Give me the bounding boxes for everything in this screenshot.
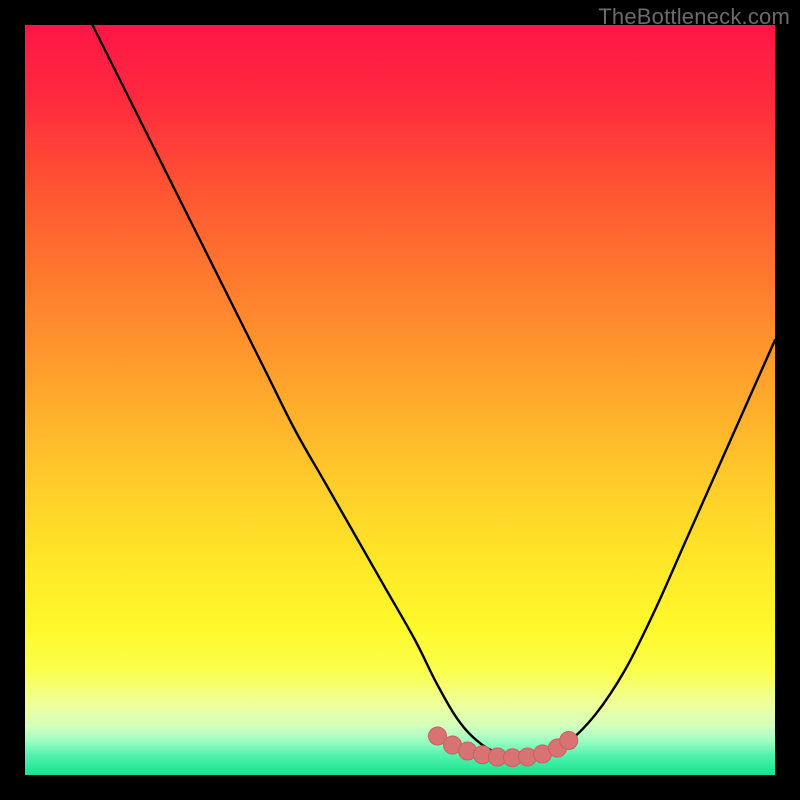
watermark-text: TheBottleneck.com <box>598 4 790 30</box>
optimal-zone-marker <box>560 732 578 750</box>
bottleneck-chart <box>25 25 775 775</box>
gradient-background <box>25 25 775 775</box>
chart-stage: TheBottleneck.com <box>0 0 800 800</box>
plot-frame <box>25 25 775 775</box>
